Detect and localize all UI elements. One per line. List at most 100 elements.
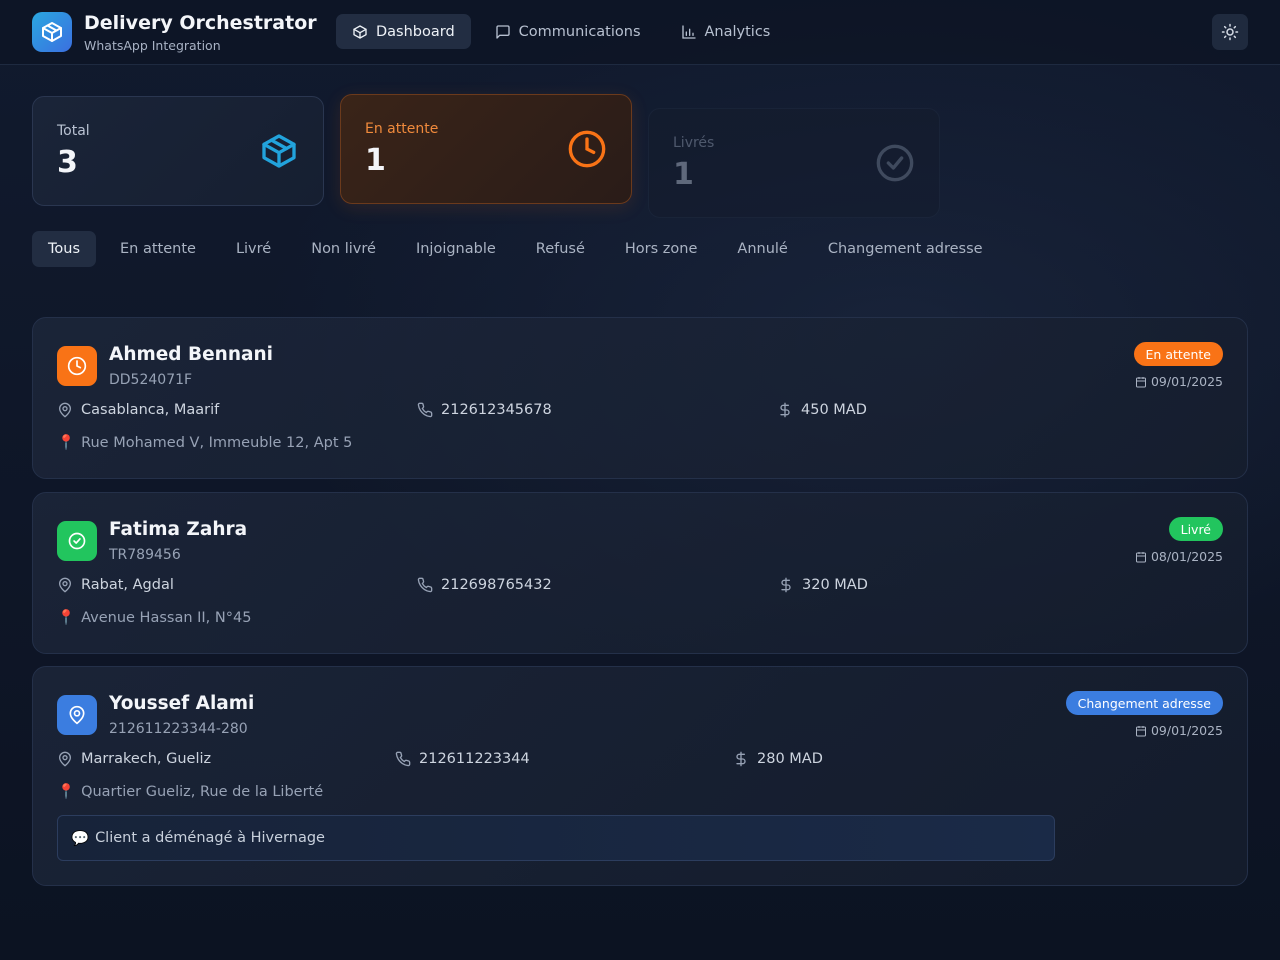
stat-label: Livrés: [673, 135, 715, 151]
theme-toggle-button[interactable]: [1212, 14, 1248, 50]
app-title: Delivery Orchestrator: [84, 12, 317, 34]
sun-icon: [1221, 23, 1239, 41]
dollar-icon: [736, 751, 746, 767]
city-info: Rabat, Agdal: [57, 577, 174, 593]
phone-info: 212611223344: [395, 751, 530, 767]
phone-text: 212612345678: [441, 402, 552, 418]
customer-name: Youssef Alami: [109, 693, 255, 714]
order-reference: TR789456: [109, 547, 181, 563]
app-header: Delivery Orchestrator WhatsApp Integrati…: [0, 0, 1280, 65]
app-subtitle: WhatsApp Integration: [84, 38, 221, 53]
nav-label: Communications: [518, 23, 641, 40]
clock-icon: [568, 130, 606, 168]
map-pin-icon: [69, 705, 85, 725]
date-text: 09/01/2025: [1150, 374, 1223, 389]
customer-name: Ahmed Bennani: [109, 344, 273, 365]
box-icon: [42, 22, 62, 42]
box-icon: [262, 134, 296, 168]
phone-icon: [417, 402, 433, 418]
order-reference: DD524071F: [109, 372, 193, 388]
map-pin-icon: [58, 402, 72, 418]
speech-bubble-icon: 💬: [71, 830, 90, 847]
order-date: 09/01/2025: [1135, 723, 1223, 738]
nav-label: Analytics: [704, 23, 771, 40]
status-badge: Livré: [1168, 517, 1223, 541]
status-badge: Changement adresse: [1065, 691, 1223, 715]
delivery-address: 📍 Rue Mohamed V, Immeuble 12, Apt 5: [57, 434, 353, 452]
order-reference: 212611223344-280: [109, 721, 248, 737]
status-badge: En attente: [1133, 342, 1223, 366]
city-text: Marrakech, Gueliz: [81, 751, 212, 767]
city-text: Casablanca, Maarif: [81, 402, 220, 418]
stat-card-delivered[interactable]: Livrés 1: [648, 108, 940, 218]
clock-icon: [67, 356, 87, 376]
order-note: 💬 Client a déménagé à Hivernage: [57, 815, 1055, 861]
filter-tab-pending[interactable]: En attente: [104, 231, 212, 267]
date-text: 09/01/2025: [1150, 723, 1223, 738]
address-text: Rue Mohamed V, Immeuble 12, Apt 5: [81, 434, 353, 451]
nav-label: Dashboard: [376, 23, 455, 40]
status-avatar: [57, 346, 97, 386]
order-date: 09/01/2025: [1135, 374, 1223, 389]
phone-text: 212698765432: [441, 577, 552, 593]
logo: [32, 12, 72, 52]
stat-value: 1: [365, 143, 386, 178]
filter-tab-cancelled[interactable]: Annulé: [721, 231, 803, 267]
amount-text: 450 MAD: [801, 402, 867, 418]
box-icon: [353, 24, 367, 39]
city-info: Casablanca, Maarif: [57, 402, 219, 418]
nav-analytics[interactable]: Analytics: [665, 14, 787, 49]
status-avatar: [57, 521, 97, 561]
stat-label: Total: [57, 123, 90, 139]
stat-card-total[interactable]: Total 3: [32, 96, 324, 206]
amount-text: 320 MAD: [802, 577, 868, 593]
amount-info: 450 MAD: [777, 402, 867, 418]
note-text: Client a déménagé à Hivernage: [95, 830, 325, 846]
order-card[interactable]: Fatima Zahra TR789456 Livré 08/01/2025 R…: [32, 492, 1248, 654]
stat-value: 1: [673, 157, 694, 192]
main-nav: Dashboard Communications Analytics: [336, 14, 786, 49]
filter-tab-out-of-zone[interactable]: Hors zone: [609, 231, 714, 267]
city-info: Marrakech, Gueliz: [57, 751, 211, 767]
pushpin-icon: 📍: [57, 784, 76, 800]
stat-card-pending[interactable]: En attente 1: [340, 94, 632, 204]
bar-chart-icon: [681, 24, 696, 39]
filter-tab-all[interactable]: Tous: [32, 231, 97, 267]
phone-info: 212612345678: [417, 402, 552, 418]
check-circle-icon: [68, 532, 86, 550]
phone-icon: [417, 577, 433, 593]
message-square-icon: [496, 24, 510, 39]
filter-tab-refused[interactable]: Refusé: [520, 231, 601, 267]
calendar-icon: [1135, 551, 1146, 562]
phone-info: 212698765432: [417, 577, 552, 593]
city-text: Rabat, Agdal: [81, 577, 174, 593]
order-card[interactable]: Youssef Alami 212611223344-280 Changemen…: [32, 666, 1248, 886]
amount-text: 280 MAD: [757, 751, 823, 767]
amount-info: 320 MAD: [778, 577, 868, 593]
stat-label: En attente: [365, 121, 439, 137]
calendar-icon: [1135, 725, 1146, 736]
order-date: 08/01/2025: [1135, 549, 1223, 564]
pushpin-icon: 📍: [57, 610, 76, 626]
nav-communications[interactable]: Communications: [479, 14, 657, 49]
filter-tab-unreachable[interactable]: Injoignable: [400, 231, 512, 267]
filter-tab-not-delivered[interactable]: Non livré: [295, 231, 392, 267]
delivery-address: 📍 Quartier Gueliz, Rue de la Liberté: [57, 783, 324, 801]
map-pin-icon: [58, 577, 72, 593]
customer-name: Fatima Zahra: [109, 519, 248, 540]
check-circle-icon: [876, 144, 914, 182]
amount-info: 280 MAD: [733, 751, 823, 767]
pushpin-icon: 📍: [57, 435, 76, 451]
filter-tab-delivered[interactable]: Livré: [220, 231, 287, 267]
address-text: Quartier Gueliz, Rue de la Liberté: [81, 783, 324, 800]
phone-text: 212611223344: [419, 751, 530, 767]
delivery-address: 📍 Avenue Hassan II, N°45: [57, 609, 251, 627]
order-card[interactable]: Ahmed Bennani DD524071F En attente 09/01…: [32, 317, 1248, 479]
dollar-icon: [780, 402, 790, 418]
calendar-icon: [1135, 376, 1146, 387]
nav-dashboard[interactable]: Dashboard: [336, 14, 471, 49]
filter-tab-address-change[interactable]: Changement adresse: [812, 231, 999, 267]
status-filter-tabs: Tous En attente Livré Non livré Injoigna…: [32, 231, 999, 267]
phone-icon: [395, 751, 411, 767]
dollar-icon: [781, 577, 791, 593]
